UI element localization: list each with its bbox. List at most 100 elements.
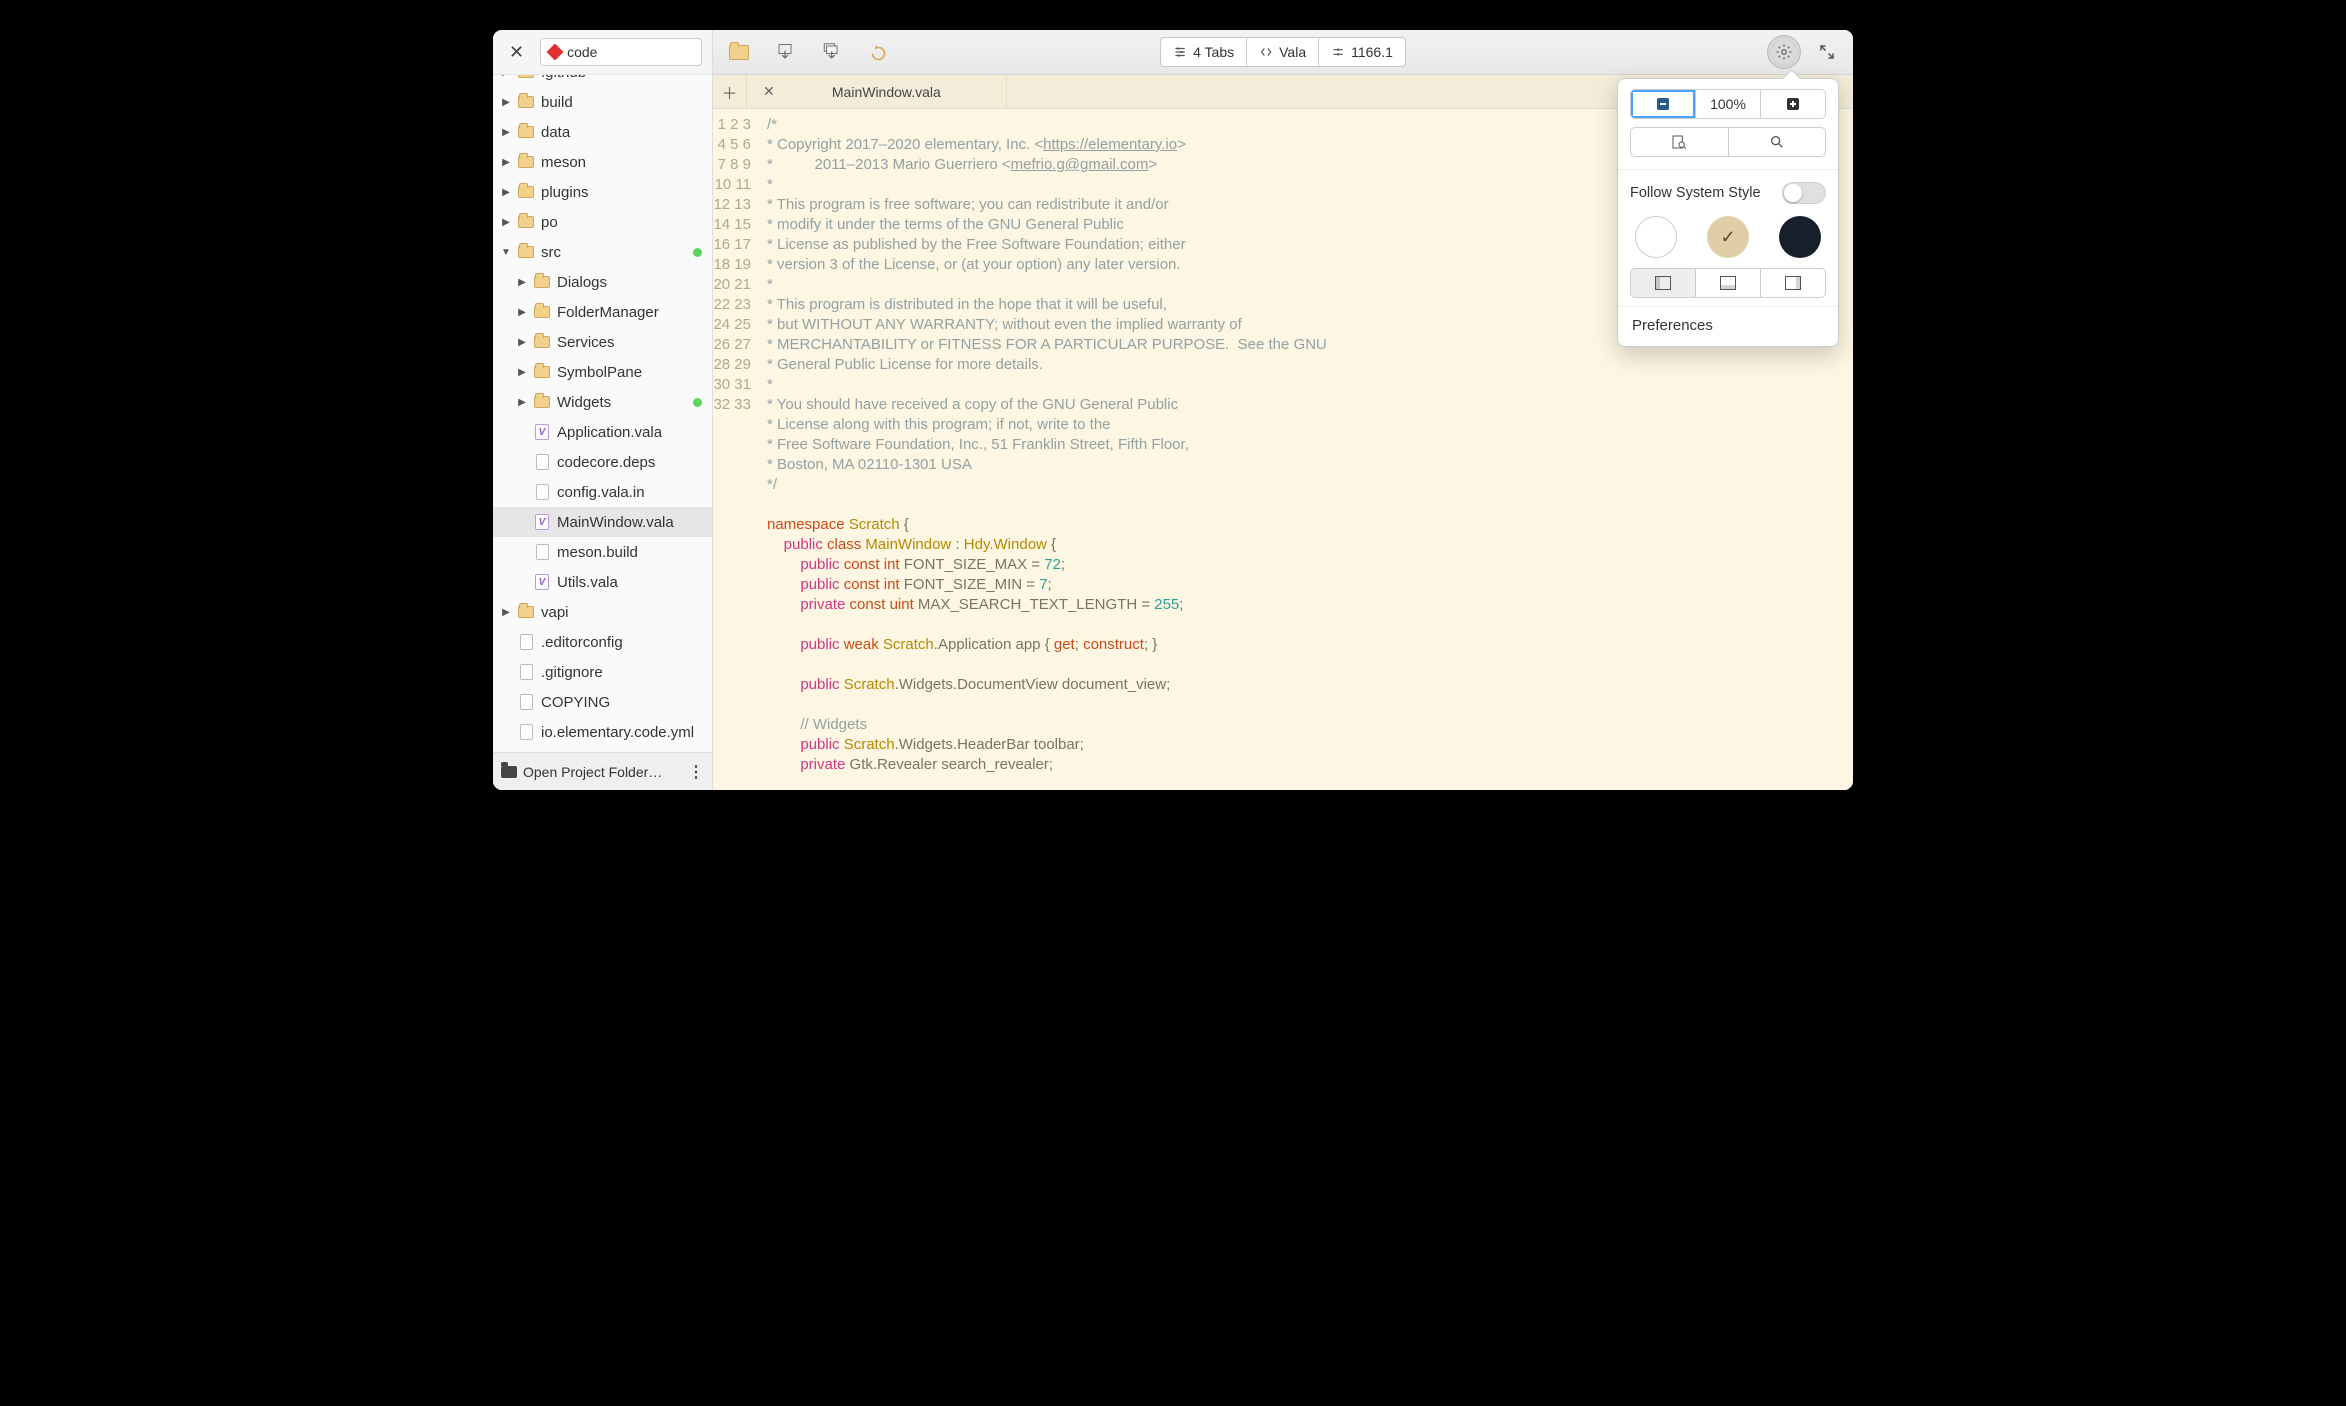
save-button[interactable] xyxy=(769,37,801,67)
open-folder-icon xyxy=(501,766,517,778)
tree-item-label: MainWindow.vala xyxy=(557,514,702,531)
tree-row-meson[interactable]: ▶meson xyxy=(493,147,712,177)
chevron-icon[interactable]: ▼ xyxy=(501,247,511,258)
tree-row-services[interactable]: ▶ Services xyxy=(493,327,712,357)
vala-file-icon: V xyxy=(533,574,551,590)
tree-row-data[interactable]: ▶ data xyxy=(493,117,712,147)
chevron-icon[interactable]: ▶ xyxy=(501,127,511,138)
tree-item-label: Dialogs xyxy=(557,274,702,291)
folder-icon xyxy=(517,186,535,198)
chevron-icon[interactable]: ▶ xyxy=(517,307,527,318)
tree-row--github[interactable]: ▶.github xyxy=(493,75,712,87)
folder-icon xyxy=(517,606,535,618)
chevron-icon[interactable]: ▶ xyxy=(501,187,511,198)
chevron-icon[interactable]: ▶ xyxy=(501,75,511,78)
theme-sepia-button[interactable]: ✓ xyxy=(1707,216,1749,258)
folder-icon xyxy=(533,366,551,378)
tree-item-label: meson.build xyxy=(557,544,702,561)
project-icon xyxy=(547,44,564,61)
tree-row-config-vala-in[interactable]: ▶config.vala.in xyxy=(493,477,712,507)
follow-system-style-row: Follow System Style xyxy=(1618,170,1838,212)
tree-row-meson-build[interactable]: ▶meson.build xyxy=(493,537,712,567)
tree-row-copying[interactable]: ▶COPYING xyxy=(493,687,712,717)
tab-mainwindow[interactable]: ✕ MainWindow.vala xyxy=(747,75,1007,108)
tree-row-widgets[interactable]: ▶Widgets xyxy=(493,387,712,417)
fullscreen-button[interactable] xyxy=(1811,37,1843,67)
tree-row-application-vala[interactable]: ▶VApplication.vala xyxy=(493,417,712,447)
tree-row-build[interactable]: ▶build xyxy=(493,87,712,117)
open-folder-label[interactable]: Open Project Folder… xyxy=(523,764,662,780)
folder-icon xyxy=(533,306,551,318)
settings-popover: 100% Follow System Style xyxy=(1617,78,1839,347)
undo-button[interactable] xyxy=(861,37,893,67)
check-icon: ✓ xyxy=(1720,227,1735,248)
tree-row-mainwindow-vala[interactable]: ▶VMainWindow.vala xyxy=(493,507,712,537)
tree-row-plugins[interactable]: ▶plugins xyxy=(493,177,712,207)
tree-row-utils-vala[interactable]: ▶VUtils.vala xyxy=(493,567,712,597)
changed-dot-icon xyxy=(693,248,702,257)
new-tab-button[interactable]: ＋ xyxy=(713,75,747,108)
folder-icon xyxy=(533,396,551,408)
tree-row-symbolpane[interactable]: ▶ SymbolPane xyxy=(493,357,712,387)
sidebar-more-button[interactable]: ⋮ xyxy=(688,762,704,782)
follow-system-style-switch[interactable] xyxy=(1782,182,1826,204)
tree-item-label: Utils.vala xyxy=(557,574,702,591)
zoom-in-button[interactable] xyxy=(1760,90,1825,118)
line-gutter: 1 2 3 4 5 6 7 8 9 10 11 12 13 14 15 16 1… xyxy=(713,109,761,790)
chevron-icon[interactable]: ▶ xyxy=(517,397,527,408)
tree-item-label: data xyxy=(541,124,702,141)
open-folder-button[interactable] xyxy=(723,37,755,67)
tree-item-label: COPYING xyxy=(541,694,702,711)
tree-item-label: po xyxy=(541,214,702,231)
layout-sidebar-right-button[interactable] xyxy=(1760,269,1825,297)
tree-row-foldermanager[interactable]: ▶FolderManager xyxy=(493,297,712,327)
tree-row-vapi[interactable]: ▶ vapi xyxy=(493,597,712,627)
chevron-icon[interactable]: ▶ xyxy=(501,217,511,228)
chevron-icon[interactable]: ▶ xyxy=(501,157,511,168)
project-location-chip[interactable]: code xyxy=(540,38,702,66)
tree-item-label: .editorconfig xyxy=(541,634,702,651)
vala-file-icon: V xyxy=(533,514,551,530)
linecol-segment[interactable]: 1166.1 xyxy=(1319,37,1406,67)
tree-item-label: Services xyxy=(557,334,702,351)
save-all-button[interactable] xyxy=(815,37,847,67)
sidebar-close-button[interactable]: ✕ xyxy=(503,38,530,67)
tab-close-button[interactable]: ✕ xyxy=(763,83,775,100)
layout-sidebar-left-button[interactable] xyxy=(1631,269,1695,297)
theme-dark-button[interactable] xyxy=(1779,216,1821,258)
tree-row--editorconfig[interactable]: ▶.editorconfig xyxy=(493,627,712,657)
language-segment[interactable]: Vala xyxy=(1247,37,1319,67)
tree-row-po[interactable]: ▶ po xyxy=(493,207,712,237)
chevron-icon[interactable]: ▶ xyxy=(517,367,527,378)
file-icon xyxy=(533,544,551,560)
layout-panel-bottom-button[interactable] xyxy=(1695,269,1760,297)
find-replace-button[interactable] xyxy=(1631,128,1728,156)
chevron-icon[interactable]: ▶ xyxy=(501,97,511,108)
headerbar-center-segments: 4 Tabs Vala 1166.1 xyxy=(1160,37,1406,67)
tree-row-dialogs[interactable]: ▶ Dialogs xyxy=(493,267,712,297)
tree-item-label: io.elementary.code.yml xyxy=(541,724,702,741)
file-icon xyxy=(517,634,535,650)
preferences-menu-item[interactable]: Preferences xyxy=(1618,306,1838,344)
chevron-icon[interactable]: ▶ xyxy=(517,277,527,288)
chevron-icon[interactable]: ▶ xyxy=(517,337,527,348)
tree-row-src[interactable]: ▼src xyxy=(493,237,712,267)
tree-row-io-elementary-code-yml[interactable]: ▶io.elementary.code.yml xyxy=(493,717,712,747)
headerbar: 4 Tabs Vala 1166.1 xyxy=(713,30,1853,75)
tree-row--gitignore[interactable]: ▶.gitignore xyxy=(493,657,712,687)
zoom-out-button[interactable] xyxy=(1631,90,1695,118)
zoom-level-label[interactable]: 100% xyxy=(1695,90,1760,118)
layout-selector xyxy=(1630,268,1826,298)
project-location-label: code xyxy=(567,44,597,60)
tree-item-label: vapi xyxy=(541,604,702,621)
sidebar-footer: Open Project Folder… ⋮ xyxy=(493,752,712,790)
tree-row-codecore-deps[interactable]: ▶codecore.deps xyxy=(493,447,712,477)
search-button[interactable] xyxy=(1728,128,1826,156)
settings-gear-button[interactable] xyxy=(1767,35,1801,69)
chevron-icon[interactable]: ▶ xyxy=(501,607,511,618)
file-tree[interactable]: ▶.github▶build▶data▶meson▶plugins▶po▼src… xyxy=(493,75,712,752)
tree-item-label: SymbolPane xyxy=(557,364,702,381)
tabs-segment[interactable]: 4 Tabs xyxy=(1160,37,1247,67)
theme-light-button[interactable] xyxy=(1635,216,1677,258)
folder-icon xyxy=(517,96,535,108)
